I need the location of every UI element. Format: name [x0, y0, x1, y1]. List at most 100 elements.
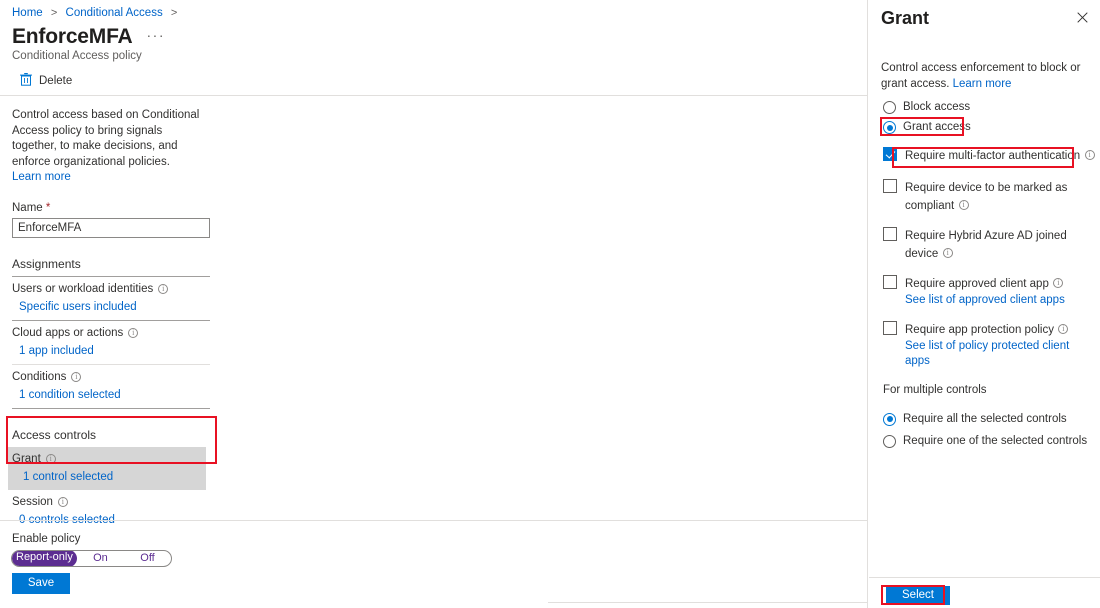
command-bar: Delete — [0, 68, 868, 95]
name-input[interactable] — [12, 217, 210, 238]
users-label-row: Users or workload identities — [12, 283, 210, 295]
checkbox-require-app-protection-policy[interactable]: Require app protection policy See list o… — [883, 320, 1095, 369]
grant-label: Grant — [12, 452, 41, 465]
multiple-controls-section: For multiple controls Require all the se… — [883, 384, 1095, 452]
checkbox-require-compliant-device-body: Require device to be marked as compliant — [905, 178, 1095, 214]
delete-button[interactable]: Delete — [16, 68, 76, 94]
grant-value[interactable]: 1 control selected — [23, 471, 206, 483]
radio-mark-icon — [883, 121, 896, 134]
checkbox-require-hybrid-azure-ad-joined-device-label: Require Hybrid Azure AD joined device — [905, 230, 1067, 260]
azure-portal-screen: Home > Conditional Access > EnforceMFA ·… — [0, 0, 1100, 608]
more-options-icon[interactable]: ··· — [147, 27, 166, 43]
multiple-controls-title: For multiple controls — [883, 384, 987, 396]
info-icon[interactable] — [1053, 277, 1064, 288]
assignments-heading: Assignments — [12, 256, 81, 271]
checkbox-require-compliant-device-label: Require device to be marked as compliant — [905, 182, 1068, 212]
setting-conditions[interactable]: Conditions 1 condition selected — [12, 365, 210, 408]
toggle-option-report-only[interactable]: Report-only — [12, 551, 77, 566]
conditions-divider — [12, 407, 210, 409]
checkbox-mark-icon — [883, 179, 897, 193]
save-button[interactable]: Save — [12, 573, 70, 594]
policy-form: Control access based on Conditional Acce… — [8, 108, 210, 533]
breadcrumb-separator: > — [50, 7, 58, 19]
users-value[interactable]: Specific users included — [19, 301, 210, 313]
intro-text: Control access based on Conditional Acce… — [12, 109, 200, 168]
select-button[interactable]: Select — [886, 586, 950, 605]
cloud-apps-label-row: Cloud apps or actions — [12, 327, 210, 339]
info-icon[interactable] — [71, 371, 82, 382]
setting-session[interactable]: Session 0 controls selected — [12, 490, 210, 533]
policy-protected-client-apps-link[interactable]: See list of policy protected client apps — [905, 339, 1095, 369]
grant-label-row: Grant — [12, 453, 206, 465]
checkbox-require-mfa-label: Require multi-factor authentication — [905, 150, 1081, 162]
breadcrumb: Home > Conditional Access > — [12, 6, 182, 21]
checkbox-mark-icon — [883, 321, 897, 335]
checkbox-require-approved-client-app-body: Require approved client app See list of … — [905, 274, 1095, 308]
intro-description: Control access based on Conditional Acce… — [12, 108, 210, 186]
checkbox-require-approved-client-app[interactable]: Require approved client app See list of … — [883, 274, 1095, 308]
conditional-access-policy-blade: Home > Conditional Access > EnforceMFA ·… — [0, 0, 868, 608]
panel-footer-divider — [869, 577, 1100, 578]
session-label: Session — [12, 495, 53, 508]
command-bar-divider — [0, 95, 868, 96]
info-icon[interactable] — [958, 199, 969, 210]
setting-grant[interactable]: Grant 1 control selected — [8, 446, 206, 490]
info-icon[interactable] — [128, 327, 139, 338]
radio-require-all-controls[interactable]: Require all the selected controls — [883, 408, 1095, 430]
grant-learn-more-link[interactable]: Learn more — [953, 78, 1012, 90]
users-label: Users or workload identities — [12, 282, 154, 295]
checkbox-require-approved-client-app-label: Require approved client app — [905, 278, 1049, 290]
toggle-option-on[interactable]: On — [77, 551, 124, 566]
trash-icon — [20, 73, 32, 89]
access-controls-heading: Access controls — [12, 427, 97, 442]
grant-panel: Grant Control access enforcement to bloc… — [869, 0, 1100, 608]
checkbox-mark-icon — [883, 275, 897, 289]
info-icon[interactable] — [45, 453, 56, 464]
conditions-value[interactable]: 1 condition selected — [19, 389, 210, 401]
grant-panel-title: Grant — [881, 8, 930, 28]
radio-mark-icon — [883, 101, 896, 114]
info-icon[interactable] — [1058, 323, 1069, 334]
checkbox-mark-icon — [883, 147, 897, 161]
enable-policy-label: Enable policy — [12, 533, 81, 545]
setting-cloud-apps-or-actions[interactable]: Cloud apps or actions 1 app included — [12, 321, 210, 364]
breadcrumb-item-home[interactable]: Home — [12, 7, 43, 19]
name-field-label: Name * — [12, 202, 210, 214]
page-title-row: EnforceMFA ··· — [12, 24, 165, 50]
close-icon[interactable] — [1072, 8, 1092, 28]
required-indicator: * — [45, 201, 51, 214]
info-icon[interactable] — [158, 283, 169, 294]
conditions-label: Conditions — [12, 370, 67, 383]
delete-button-label: Delete — [39, 75, 73, 87]
enable-policy-toggle[interactable]: Report-only On Off — [11, 550, 172, 567]
radio-require-all-controls-label: Require all the selected controls — [903, 412, 1067, 425]
learn-more-link[interactable]: Learn more — [12, 171, 71, 183]
setting-users-or-workload-identities[interactable]: Users or workload identities Specific us… — [12, 277, 210, 320]
access-enforcement-radio-group: Block access Grant access — [883, 99, 1093, 139]
page-title: EnforceMFA — [12, 25, 133, 48]
grant-controls-list: Require multi-factor authentication Requ… — [883, 146, 1095, 378]
blade-footer-divider — [0, 520, 868, 521]
checkbox-require-hybrid-azure-ad-joined-device[interactable]: Require Hybrid Azure AD joined device — [883, 226, 1095, 262]
info-icon[interactable] — [1084, 149, 1095, 160]
conditions-label-row: Conditions — [12, 371, 210, 383]
session-label-row: Session — [12, 496, 210, 508]
checkbox-require-mfa[interactable]: Require multi-factor authentication — [883, 146, 1095, 164]
radio-mark-icon — [883, 434, 896, 448]
radio-block-access[interactable]: Block access — [883, 99, 1093, 119]
info-icon[interactable] — [942, 247, 953, 258]
checkbox-require-app-protection-policy-body: Require app protection policy See list o… — [905, 320, 1095, 369]
radio-mark-icon — [883, 412, 896, 426]
checkbox-require-compliant-device[interactable]: Require device to be marked as compliant — [883, 178, 1095, 214]
name-label-text: Name — [12, 201, 43, 214]
page-subtitle: Conditional Access policy — [12, 50, 142, 62]
toggle-option-off[interactable]: Off — [124, 551, 171, 566]
radio-require-one-control[interactable]: Require one of the selected controls — [883, 430, 1095, 452]
breadcrumb-item-conditional-access[interactable]: Conditional Access — [66, 7, 163, 19]
info-icon[interactable] — [57, 496, 68, 507]
radio-grant-access[interactable]: Grant access — [883, 119, 1093, 139]
approved-client-apps-link[interactable]: See list of approved client apps — [905, 293, 1095, 308]
checkbox-require-hybrid-azure-ad-joined-device-body: Require Hybrid Azure AD joined device — [905, 226, 1095, 262]
cloud-apps-value[interactable]: 1 app included — [19, 345, 210, 357]
cloud-apps-label: Cloud apps or actions — [12, 326, 124, 339]
